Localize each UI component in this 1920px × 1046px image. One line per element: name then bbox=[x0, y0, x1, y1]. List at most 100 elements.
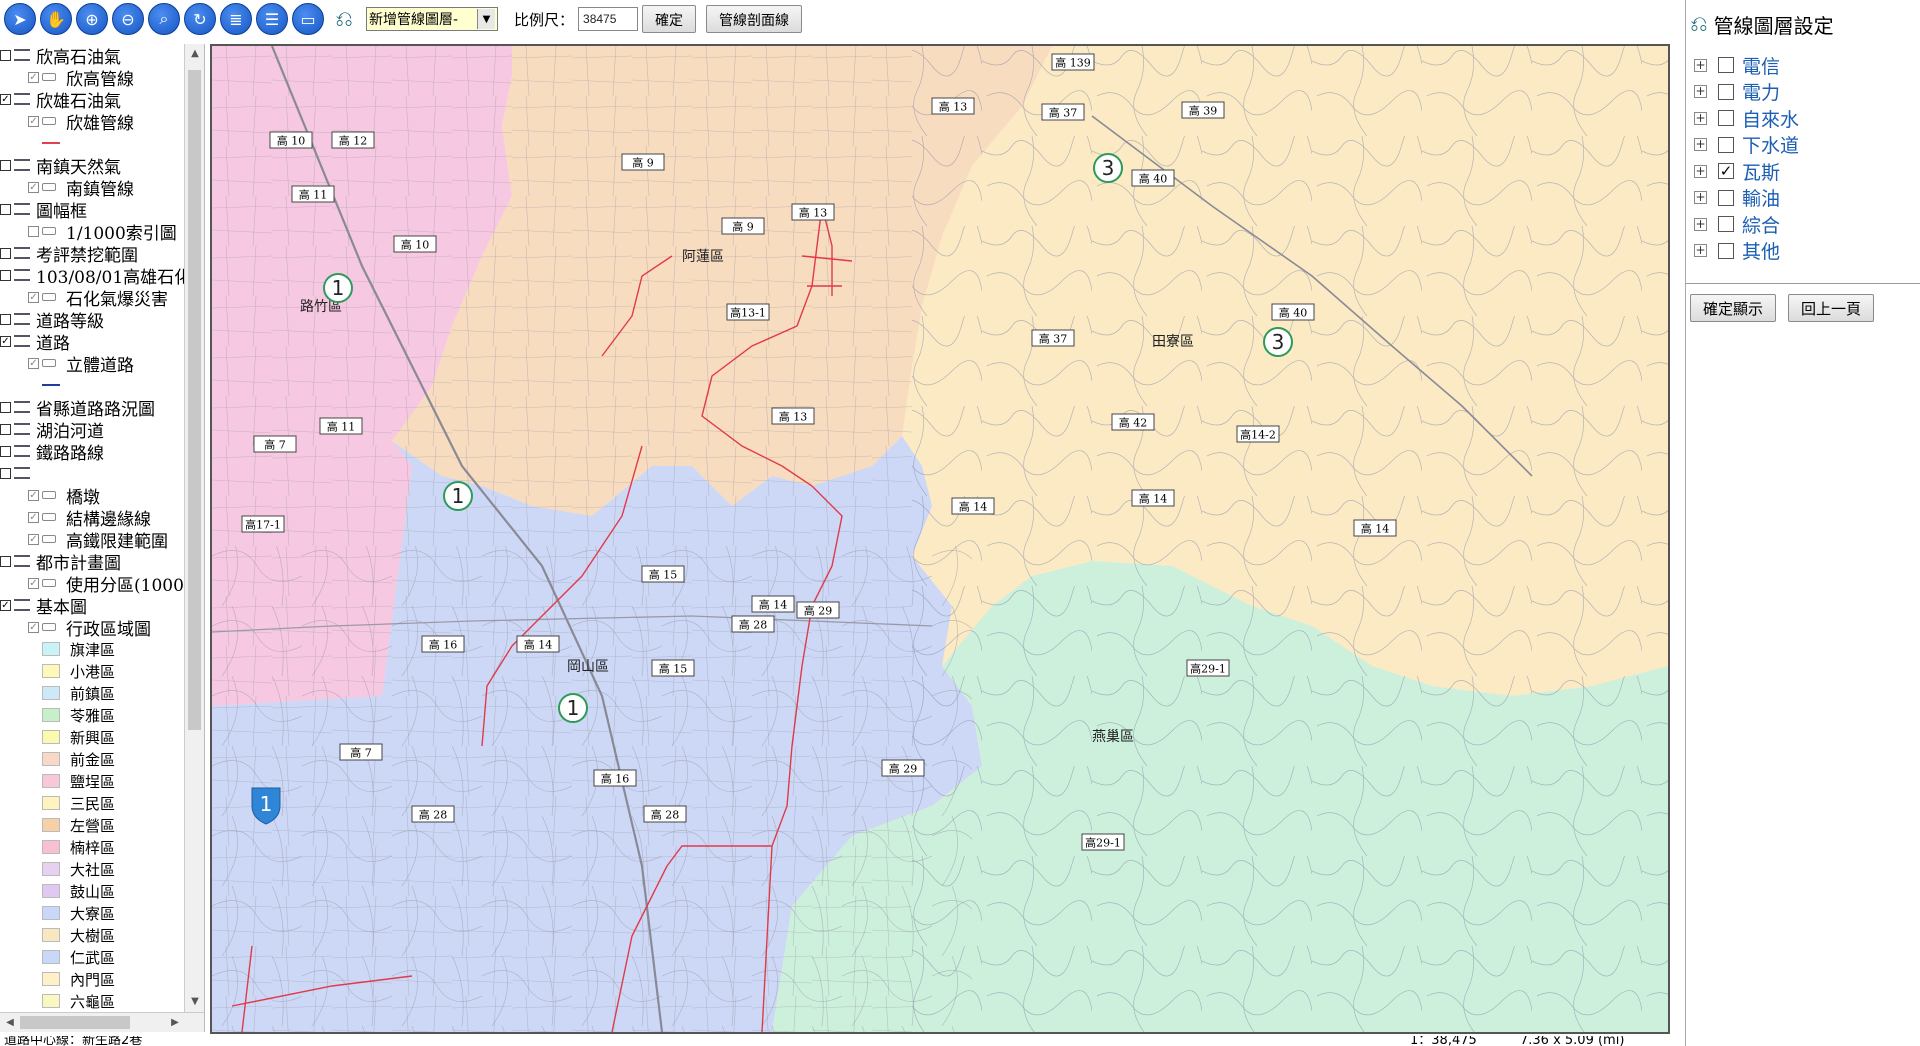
layer-tree-item[interactable]: ✓ 欣高管線 bbox=[0, 66, 184, 90]
layer-checkbox[interactable]: ✓ bbox=[28, 489, 39, 501]
zoom-in-icon[interactable]: ⊕ bbox=[76, 3, 108, 35]
layer-checkbox[interactable] bbox=[0, 423, 11, 435]
layer-tree-item[interactable]: ✓ 行政區域圖 bbox=[0, 616, 184, 640]
chevron-down-icon[interactable]: ▼ bbox=[477, 9, 495, 29]
layer-tree-item[interactable]: ✓ 基本圖 bbox=[0, 594, 184, 618]
map-view[interactable]: 高 139 高 13 高 37 高 39 高 10 高 12 高 9 高 11 高 9 高 13 高… bbox=[210, 44, 1670, 1034]
ruler-icon[interactable]: ▭ bbox=[292, 3, 324, 35]
category-checkbox[interactable] bbox=[1718, 136, 1734, 153]
category-checkbox[interactable] bbox=[1718, 242, 1734, 259]
layer-checkbox[interactable] bbox=[0, 313, 11, 325]
pipe-profile-button[interactable]: 管線剖面線 bbox=[706, 5, 803, 33]
back-button[interactable]: 回上一頁 bbox=[1788, 294, 1875, 322]
category-checkbox[interactable]: ✓ bbox=[1718, 163, 1734, 180]
layer-tree-item[interactable]: 1/1000索引圖 bbox=[0, 220, 184, 244]
layer-tree-hscrollbar[interactable]: ◀ ▶ bbox=[0, 1012, 204, 1032]
layer-tree-item[interactable]: 都市計畫圖 bbox=[0, 550, 184, 574]
pipeline-category[interactable]: + 綜合 bbox=[1694, 211, 1799, 238]
map-canvas[interactable]: 高 139 高 13 高 37 高 39 高 10 高 12 高 9 高 11 高 9 高 13 高… bbox=[212, 46, 1668, 1032]
expand-plus-icon[interactable]: + bbox=[1694, 58, 1707, 72]
category-checkbox[interactable] bbox=[1718, 189, 1734, 206]
layer-checkbox[interactable] bbox=[0, 247, 11, 259]
category-label[interactable]: 綜合 bbox=[1742, 211, 1780, 238]
category-label[interactable]: 自來水 bbox=[1742, 105, 1799, 132]
pipeline-category[interactable]: + 電力 bbox=[1694, 79, 1799, 106]
layer-checkbox[interactable] bbox=[0, 467, 11, 479]
layer-tree-item[interactable]: ✓ 欣雄石油氣 bbox=[0, 88, 184, 112]
layer-tree-item[interactable]: 南鎮天然氣 bbox=[0, 154, 184, 178]
layer-tree-item[interactable]: ✓ 高鐵限建範圍 bbox=[0, 528, 184, 552]
pipeline-category[interactable]: + 下水道 bbox=[1694, 132, 1799, 159]
category-label[interactable]: 其他 bbox=[1742, 237, 1780, 264]
pointer-icon[interactable]: ➤ bbox=[4, 3, 36, 35]
category-checkbox[interactable] bbox=[1718, 216, 1734, 233]
category-label[interactable]: 下水道 bbox=[1742, 131, 1799, 158]
layer-checkbox[interactable] bbox=[0, 555, 11, 567]
layer-tree-item[interactable] bbox=[0, 462, 184, 484]
category-label[interactable]: 瓦斯 bbox=[1742, 158, 1780, 185]
stack-icon[interactable]: ☰ bbox=[256, 3, 288, 35]
layer-checkbox[interactable]: ✓ bbox=[0, 335, 11, 347]
pipeline-category[interactable]: + 輸油 bbox=[1694, 185, 1799, 212]
layer-checkbox[interactable]: ✓ bbox=[0, 93, 11, 105]
pipeline-category[interactable]: + 其他 bbox=[1694, 238, 1799, 265]
layer-tree-item[interactable]: 湖泊河道 bbox=[0, 418, 184, 442]
layer-checkbox[interactable]: ✓ bbox=[28, 71, 39, 83]
refresh-icon[interactable]: ↻ bbox=[184, 3, 216, 35]
expand-plus-icon[interactable]: + bbox=[1694, 191, 1707, 205]
layer-tree-item[interactable]: 欣高石油氣 bbox=[0, 44, 184, 68]
layer-tree-item[interactable]: ✓ 南鎮管線 bbox=[0, 176, 184, 200]
expand-plus-icon[interactable]: + bbox=[1694, 111, 1707, 125]
category-label[interactable]: 輸油 bbox=[1742, 184, 1780, 211]
pipeline-category[interactable]: + ✓ 瓦斯 bbox=[1694, 158, 1799, 185]
scroll-left-icon[interactable]: ◀ bbox=[0, 1013, 20, 1032]
category-checkbox[interactable] bbox=[1718, 57, 1734, 74]
pipeline-category[interactable]: + 電信 bbox=[1694, 52, 1799, 79]
layer-checkbox[interactable]: ✓ bbox=[28, 533, 39, 545]
layer-checkbox[interactable]: ✓ bbox=[28, 291, 39, 303]
scroll-thumb[interactable] bbox=[188, 70, 201, 730]
layer-tree-item[interactable]: 道路等級 bbox=[0, 308, 184, 332]
layer-checkbox[interactable] bbox=[28, 225, 39, 237]
layer-tree-scrollbar[interactable]: ▲ ▼ bbox=[184, 44, 204, 1012]
layer-checkbox[interactable]: ✓ bbox=[28, 115, 39, 127]
layer-checkbox[interactable] bbox=[0, 203, 11, 215]
expand-plus-icon[interactable]: + bbox=[1694, 244, 1707, 258]
zoom-box-icon[interactable]: ⌕ bbox=[148, 3, 180, 35]
scroll-right-icon[interactable]: ▶ bbox=[165, 1013, 185, 1032]
layer-tree-item[interactable]: ✓ 道路 bbox=[0, 330, 184, 354]
category-label[interactable]: 電信 bbox=[1742, 52, 1780, 79]
category-checkbox[interactable] bbox=[1718, 110, 1734, 127]
expand-plus-icon[interactable]: + bbox=[1694, 85, 1707, 99]
scroll-up-icon[interactable]: ▲ bbox=[185, 44, 204, 64]
layer-checkbox[interactable] bbox=[0, 401, 11, 413]
layer-checkbox[interactable]: ✓ bbox=[28, 181, 39, 193]
scale-input[interactable] bbox=[578, 7, 639, 31]
category-checkbox[interactable] bbox=[1718, 83, 1734, 100]
category-label[interactable]: 電力 bbox=[1742, 78, 1780, 105]
layer-checkbox[interactable]: ✓ bbox=[28, 511, 39, 523]
layer-checkbox[interactable] bbox=[0, 445, 11, 457]
zoom-out-icon[interactable]: ⊖ bbox=[112, 3, 144, 35]
expand-plus-icon[interactable]: + bbox=[1694, 138, 1707, 152]
layer-tree-item[interactable]: 省縣道路路況圖 bbox=[0, 396, 184, 420]
layer-tree-item[interactable]: 103/08/01高雄石化 bbox=[0, 264, 184, 288]
layer-checkbox[interactable] bbox=[0, 159, 11, 171]
pipe-layer-icon[interactable]: ⎌ bbox=[328, 3, 360, 35]
layer-checkbox[interactable]: ✓ bbox=[28, 357, 39, 369]
layer-tree-item[interactable]: ✓ 石化氣爆災害 bbox=[0, 286, 184, 310]
layer-tree-item[interactable]: ✓ 橋墩 bbox=[0, 484, 184, 508]
layer-tree-item[interactable]: 鐵路路線 bbox=[0, 440, 184, 464]
layer-select[interactable]: 新增管線圖層- ▼ bbox=[366, 7, 498, 31]
layer-checkbox[interactable]: ✓ bbox=[28, 621, 39, 633]
pan-hand-icon[interactable]: ✋ bbox=[40, 3, 72, 35]
layer-tree-item[interactable]: ✓ 欣雄管線 bbox=[0, 110, 184, 134]
scale-confirm-button[interactable]: 確定 bbox=[642, 5, 697, 33]
layer-tree-item[interactable]: ✓ 結構邊緣線 bbox=[0, 506, 184, 530]
layer-tree-item[interactable]: 考評禁挖範圍 bbox=[0, 242, 184, 266]
hscroll-thumb[interactable] bbox=[20, 1016, 130, 1029]
layer-tree-item[interactable]: 圖幅框 bbox=[0, 198, 184, 222]
layer-tree-item[interactable]: ✓ 使用分區(1000 bbox=[0, 572, 184, 596]
scroll-down-icon[interactable]: ▼ bbox=[185, 992, 204, 1012]
pipeline-category[interactable]: + 自來水 bbox=[1694, 105, 1799, 132]
